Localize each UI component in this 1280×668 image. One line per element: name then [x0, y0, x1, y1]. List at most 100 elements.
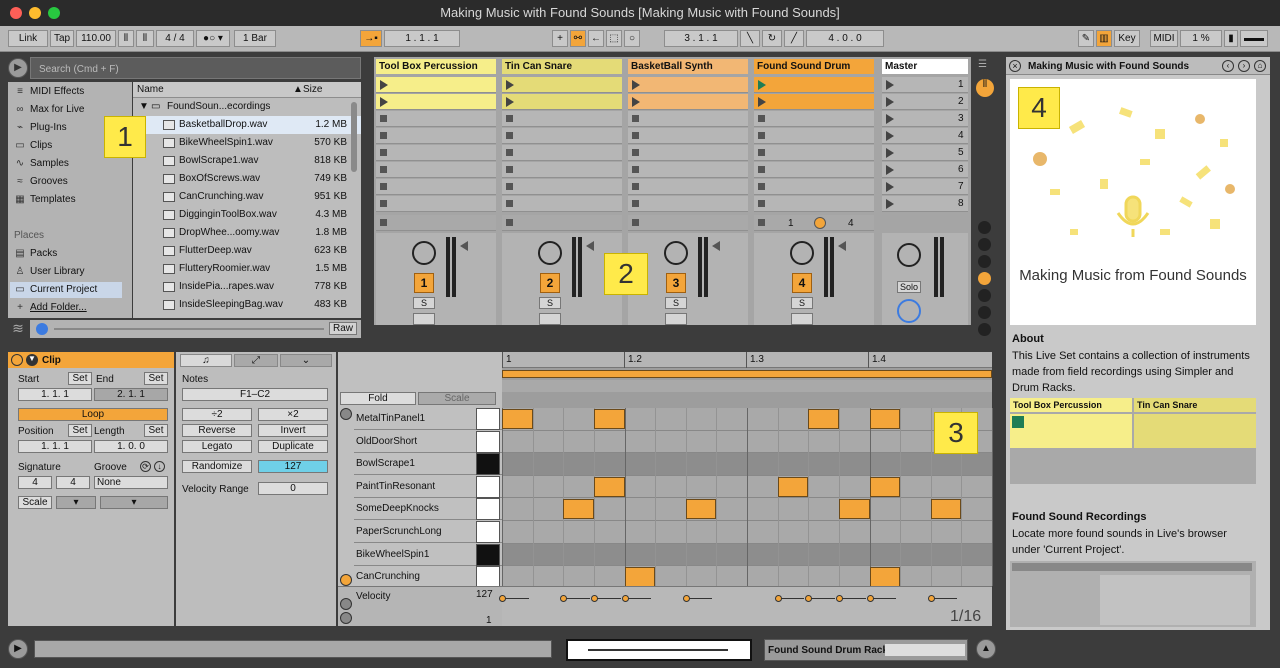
capture-icon[interactable]: ⬚ [606, 30, 622, 47]
forward-icon[interactable]: › [1238, 60, 1250, 72]
length-field[interactable]: 1. 0. 0 [94, 440, 168, 453]
file-row[interactable]: DropWhee...oomy.wav 1.8 MB [133, 224, 361, 242]
velocity-handle[interactable] [927, 595, 935, 602]
mixer-section-s-icon[interactable] [978, 238, 991, 251]
scene-slot[interactable]: 5 [882, 145, 968, 161]
scene-launch-icon[interactable] [886, 80, 894, 90]
folder-row[interactable]: ▼ ▭ FoundSoun...ecordings [133, 98, 361, 116]
clip-slot[interactable] [376, 94, 496, 110]
solo-button[interactable]: S [413, 297, 435, 309]
velocity-handle[interactable] [835, 595, 843, 602]
midi-note[interactable] [930, 499, 962, 520]
track-activator[interactable]: 4 [792, 273, 812, 293]
drum-lane[interactable]: CanCrunching [354, 566, 502, 589]
column-name-header[interactable]: Name [137, 84, 164, 95]
clip-stop-icon[interactable] [506, 132, 513, 139]
clip-slot[interactable] [754, 77, 874, 93]
drum-lane[interactable]: OldDoorShort [354, 430, 502, 453]
clip-stop-icon[interactable] [380, 115, 387, 122]
length-set-button[interactable]: Set [144, 424, 168, 437]
file-row[interactable]: InsideSleepingBag.wav 483 KB [133, 296, 361, 314]
pan-knob[interactable] [664, 241, 688, 265]
end-set-button[interactable]: Set [144, 372, 168, 385]
clip-slot[interactable] [502, 145, 622, 161]
track-stop-icon[interactable] [506, 219, 513, 226]
start-field[interactable]: 1. 1. 1 [18, 388, 92, 401]
draw-mode-icon[interactable]: ✎ [1078, 30, 1094, 47]
clip-stop-icon[interactable] [380, 166, 387, 173]
sample-tab-icon[interactable]: ⌄ [280, 354, 332, 367]
beat-ruler[interactable] [502, 352, 992, 368]
file-row[interactable]: InsidePia...rapes.wav 778 KB [133, 278, 361, 296]
back-icon[interactable]: ‹ [1222, 60, 1234, 72]
file-row[interactable]: BasketballDrop.wav 1.2 MB [133, 116, 361, 134]
clip-slot[interactable] [376, 77, 496, 93]
volume-arrow-icon[interactable] [460, 241, 468, 251]
computer-midi-keyboard-icon[interactable]: ▥ [1096, 30, 1112, 47]
clip-stop-icon[interactable] [380, 149, 387, 156]
clip-collapse-icon[interactable]: ▼ [26, 354, 38, 366]
arm-icon[interactable] [791, 313, 813, 325]
clip-slot[interactable] [628, 77, 748, 93]
metronome-icon[interactable]: ●○ ▾ [196, 30, 230, 47]
category-midi-effects[interactable]: ≡ MIDI Effects [14, 84, 84, 100]
re-enable-automation-icon[interactable]: ← [588, 30, 604, 47]
overdub-icon[interactable]: + [552, 30, 568, 47]
clip-slot[interactable] [376, 111, 496, 127]
note-range-field[interactable]: F1–C2 [182, 388, 328, 401]
clip-stop-icon[interactable] [758, 115, 765, 122]
clip-stop-icon[interactable] [380, 183, 387, 190]
scene-launch-icon[interactable] [886, 148, 894, 158]
scene-launch-icon[interactable] [886, 131, 894, 141]
clip-slot[interactable] [628, 179, 748, 195]
category-samples[interactable]: ∿ Samples [14, 156, 69, 172]
category-clips[interactable]: ▭ Clips [14, 138, 52, 154]
scene-slot[interactable]: 7 [882, 179, 968, 195]
velocity-handle[interactable] [682, 595, 690, 602]
place-current-project[interactable]: ▭ Current Project [10, 282, 122, 298]
clip-slot[interactable] [502, 111, 622, 127]
clip-stop-icon[interactable] [632, 149, 639, 156]
lane-play-icon[interactable] [340, 612, 352, 624]
arm-icon[interactable] [539, 313, 561, 325]
browser-search-input[interactable]: Search (Cmd + F) [30, 57, 361, 79]
scroll-marker-icon[interactable] [340, 574, 352, 586]
piano-key[interactable] [476, 430, 500, 453]
clip-slot[interactable] [754, 128, 874, 144]
scene-launch-icon[interactable] [886, 182, 894, 192]
file-row[interactable]: FlutterDeep.wav 623 KB [133, 242, 361, 260]
list-icon[interactable]: ☰ [978, 59, 992, 73]
envelopes-tab-icon[interactable]: ⤢ [234, 354, 278, 367]
punch-out-icon[interactable]: ╱ [784, 30, 804, 47]
clip-stop-icon[interactable] [758, 132, 765, 139]
scale-name-select[interactable]: ▾ [100, 496, 168, 509]
track-header[interactable]: Tool Box Percussion [376, 59, 496, 74]
minimize-window-button[interactable] [29, 7, 41, 19]
track-activator[interactable]: 2 [540, 273, 560, 293]
midi-note[interactable] [593, 476, 625, 497]
midi-note[interactable] [808, 409, 839, 429]
quantize-select[interactable]: 1 Bar [234, 30, 276, 47]
loop-start-field[interactable]: 3 . 1 . 1 [664, 30, 738, 47]
scale-highlight-button[interactable]: Scale [418, 392, 496, 405]
start-set-button[interactable]: Set [68, 372, 92, 385]
reverse-button[interactable]: Reverse [182, 424, 252, 437]
overview-strip[interactable] [566, 639, 752, 661]
arrangement-position-field[interactable]: 1 . 1 . 1 [384, 30, 460, 47]
fold-button[interactable]: Fold [340, 392, 416, 405]
scene-slot[interactable]: 2 [882, 94, 968, 110]
clip-stop-icon[interactable] [380, 132, 387, 139]
pan-knob[interactable] [412, 241, 436, 265]
clip-stop-icon[interactable] [380, 200, 387, 207]
clip-stop-icon[interactable] [506, 200, 513, 207]
track-header[interactable]: Tin Can Snare [502, 59, 622, 74]
folder-expand-icon[interactable]: ▼ [139, 98, 149, 116]
tempo-field[interactable]: 110.00 [76, 30, 116, 47]
raw-button[interactable]: Raw [329, 322, 357, 335]
drum-lane[interactable]: MetalTinPanel1 [354, 408, 502, 430]
pan-knob[interactable] [790, 241, 814, 265]
halve-button[interactable]: ÷2 [182, 408, 252, 421]
preview-notes-icon[interactable] [340, 408, 352, 420]
category-max-for-live[interactable]: ∞ Max for Live [14, 102, 84, 118]
scrollbar[interactable] [351, 102, 357, 172]
